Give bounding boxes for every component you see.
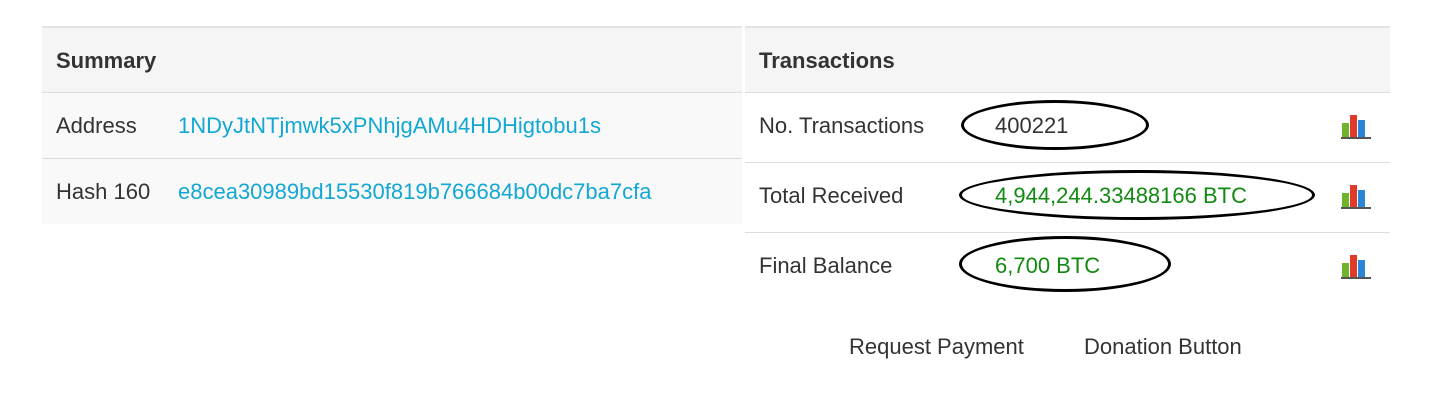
no-transactions-value: 400221 — [995, 113, 1069, 138]
total-received-value: 4,944,244.33488166 BTC — [995, 183, 1247, 208]
bar-chart-icon — [1341, 115, 1371, 139]
hash160-label: Hash 160 — [42, 158, 178, 224]
summary-row-address: Address 1NDyJtNTjmwk5xPNhjgAMu4HDHigtobu… — [42, 92, 742, 159]
transactions-table: Transactions No. Transactions 400221 Tot… — [745, 26, 1390, 302]
transactions-row-final-balance: Final Balance 6,700 BTC — [745, 233, 1390, 303]
final-balance-value: 6,700 BTC — [995, 253, 1101, 278]
summary-row-hash160: Hash 160 e8cea30989bd15530f819b766684b00… — [42, 158, 742, 224]
request-payment-link[interactable]: Request Payment — [849, 330, 1024, 363]
total-received-label: Total Received — [745, 162, 981, 233]
address-link[interactable]: 1NDyJtNTjmwk5xPNhjgAMu4HDHigtobu1s — [178, 92, 742, 159]
final-balance-label: Final Balance — [759, 253, 893, 278]
summary-header: Summary — [42, 26, 742, 93]
total-received-cell: 4,944,244.33488166 BTC — [959, 162, 1341, 233]
bar-chart-icon — [1341, 255, 1371, 279]
summary-table: Summary Address 1NDyJtNTjmwk5xPNhjgAMu4H… — [42, 26, 742, 224]
action-links: Request Payment Donation Button — [849, 330, 1242, 363]
no-transactions-label: No. Transactions — [745, 92, 981, 163]
final-balance-chart-button[interactable] — [1341, 233, 1390, 303]
total-received-chart-button[interactable] — [1341, 162, 1390, 233]
bar-chart-icon — [1341, 185, 1371, 209]
donation-button-link[interactable]: Donation Button — [1084, 330, 1242, 363]
transactions-header: Transactions — [745, 26, 1390, 93]
address-label: Address — [42, 92, 178, 159]
no-transactions-cell: 400221 — [961, 92, 1341, 163]
final-balance-cell: 6,700 BTC — [959, 233, 1341, 303]
no-transactions-chart-button[interactable] — [1341, 92, 1390, 163]
transactions-row-count: No. Transactions 400221 — [745, 92, 1390, 163]
hash160-link[interactable]: e8cea30989bd15530f819b766684b00dc7ba7cfa — [178, 158, 742, 224]
transactions-row-total-received: Total Received 4,944,244.33488166 BTC — [745, 162, 1390, 233]
